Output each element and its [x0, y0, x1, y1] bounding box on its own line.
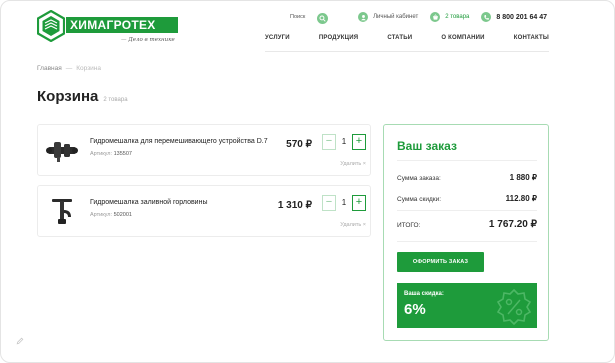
divider: [397, 241, 537, 242]
order-sum-value: 1 880 ₽: [509, 173, 537, 182]
sku-label: Артикул:: [90, 212, 113, 218]
product-sku: Артикул: 502001: [90, 212, 132, 218]
breadcrumb-current: Корзина: [76, 65, 102, 72]
user-icon: [358, 12, 369, 22]
discount-sum-label: Сумма скидки:: [397, 196, 442, 203]
page-title: Корзина: [37, 88, 99, 105]
discount-sum-row: Сумма скидки: 112.80 ₽: [397, 194, 537, 203]
total-value: 1 767.20 ₽: [488, 219, 537, 230]
nav-item-articles[interactable]: СТАТЬИ: [387, 35, 412, 41]
account-link[interactable]: Личный кабинет: [358, 12, 418, 22]
order-title: Ваш заказ: [397, 139, 457, 153]
discount-card: Ваша скидка: 6%: [397, 283, 537, 328]
quantity-value[interactable]: 1: [336, 134, 352, 150]
your-discount-value: 6%: [404, 301, 426, 318]
your-discount-label: Ваша скидка:: [404, 291, 444, 297]
logo-text: ХИМАГРОТЕХ: [66, 17, 178, 33]
sku-value: 135507: [113, 151, 132, 157]
product-sku: Артикул: 135507: [90, 151, 132, 157]
checkout-button[interactable]: ОФОРМИТЬ ЗАКАЗ: [397, 252, 484, 272]
breadcrumb-separator: —: [65, 65, 73, 72]
quantity-stepper: − 1 +: [322, 134, 366, 150]
logo-tagline: — Дело в технике: [121, 37, 175, 43]
discount-sum-value: 112.80 ₽: [505, 194, 537, 203]
sku-value: 502001: [113, 212, 132, 218]
phone-number: 8 800 201 64 47: [496, 13, 547, 21]
product-image[interactable]: [44, 133, 80, 169]
decrease-button[interactable]: −: [322, 134, 336, 150]
phone-link[interactable]: 8 800 201 64 47: [481, 12, 547, 22]
product-name[interactable]: Гидромешалка заливной горловины: [90, 199, 208, 206]
decrease-button[interactable]: −: [322, 195, 336, 211]
quantity-stepper: − 1 +: [322, 195, 366, 211]
search-label[interactable]: Поиск: [290, 14, 305, 20]
discount-badge-icon: [496, 288, 532, 326]
logo[interactable]: ХИМАГРОТЕХ — Дело в технике: [37, 10, 178, 43]
nav-item-about[interactable]: О КОМПАНИИ: [441, 35, 484, 41]
quantity-value[interactable]: 1: [336, 195, 352, 211]
nav-item-products[interactable]: ПРОДУКЦИЯ: [319, 35, 358, 41]
order-summary: Ваш заказ Сумма заказа: 1 880 ₽ Сумма ск…: [383, 124, 549, 341]
increase-button[interactable]: +: [352, 195, 366, 211]
cart-item: Гидромешалка заливной горловины Артикул:…: [37, 185, 371, 237]
total-row: ИТОГО: 1 767.20 ₽: [397, 219, 537, 230]
breadcrumb: Главная — Корзина: [37, 65, 101, 72]
basket-link[interactable]: 2 товара: [430, 12, 469, 22]
top-bar: Личный кабинет 2 товара 8 800 201 64 47: [346, 12, 547, 22]
product-image[interactable]: [44, 194, 80, 230]
order-sum-label: Сумма заказа:: [397, 175, 441, 182]
product-price: 570 ₽: [286, 139, 312, 150]
nav-item-services[interactable]: УСЛУГИ: [265, 35, 290, 41]
breadcrumb-home[interactable]: Главная: [37, 65, 62, 72]
basket-icon: [430, 12, 441, 22]
page-title-block: Корзина 2 товара: [37, 88, 128, 105]
main-nav: УСЛУГИ ПРОДУКЦИЯ СТАТЬИ О КОМПАНИИ КОНТА…: [265, 35, 549, 41]
product-name[interactable]: Гидромешалка для перемешивающего устройс…: [90, 138, 268, 145]
total-label: ИТОГО:: [397, 222, 421, 229]
sku-label: Артикул:: [90, 151, 113, 157]
cart-item: Гидромешалка для перемешивающего устройс…: [37, 124, 371, 176]
account-label: Личный кабинет: [373, 14, 419, 20]
page-frame: ХИМАГРОТЕХ — Дело в технике Поиск Личный…: [0, 0, 615, 363]
search-icon[interactable]: [317, 13, 328, 24]
pencil-icon[interactable]: [16, 337, 24, 345]
remove-link[interactable]: Удалить ×: [340, 161, 366, 167]
item-count: 2 товара: [103, 97, 128, 103]
increase-button[interactable]: +: [352, 134, 366, 150]
nav-divider: [265, 51, 549, 52]
product-price: 1 310 ₽: [277, 200, 312, 211]
phone-icon: [481, 12, 492, 22]
remove-link[interactable]: Удалить ×: [340, 222, 366, 228]
nav-item-contacts[interactable]: КОНТАКТЫ: [514, 35, 549, 41]
basket-label: 2 товара: [445, 14, 470, 20]
logo-hexagon-icon: [37, 10, 65, 42]
order-sum-row: Сумма заказа: 1 880 ₽: [397, 173, 537, 182]
divider: [397, 160, 537, 161]
divider: [397, 210, 537, 211]
